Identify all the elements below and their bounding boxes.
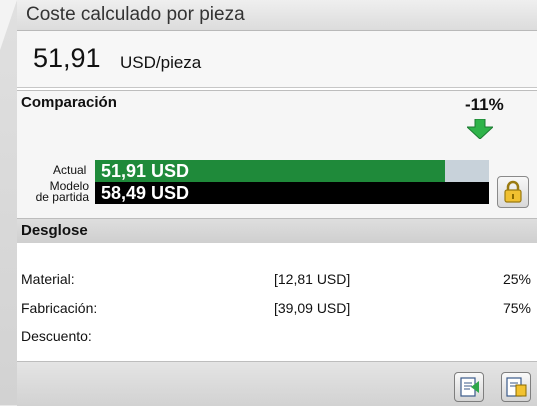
breakdown-row-fabricacion: Fabricación: [39,09 USD] 75% [17, 300, 537, 320]
settings-report-button[interactable] [501, 372, 531, 402]
comparison-heading: Comparación [21, 94, 117, 111]
model-label-line2: de partida [35, 190, 89, 204]
actual-bar: 51,91 USD [95, 160, 489, 182]
breakdown-section: Desglose [17, 218, 537, 244]
footer-toolbar [17, 361, 537, 406]
breakdown-row-descuento: Descuento: [17, 328, 537, 348]
model-bar: 58,49 USD [95, 182, 489, 204]
row-value: [39,09 USD] [274, 300, 351, 316]
export-report-icon [455, 377, 483, 405]
settings-report-icon [502, 377, 530, 405]
breakdown-rows: Material: [12,81 USD] 25% Fabricación: [… [17, 243, 537, 361]
left-gutter [0, 0, 17, 405]
row-name: Descuento: [21, 328, 92, 344]
row-value: [12,81 USD] [274, 271, 351, 287]
breakdown-heading: Desglose [21, 222, 88, 239]
lock-icon [498, 180, 528, 211]
export-report-button[interactable] [454, 372, 484, 402]
cost-value-row: 51,91 USD/pieza [17, 31, 537, 88]
row-name: Material: [21, 271, 75, 287]
actual-label: Actual [53, 163, 87, 177]
cost-unit: USD/pieza [120, 53, 202, 72]
left-gutter-corner [0, 0, 17, 50]
panel-title: Coste calculado por pieza [26, 4, 245, 25]
row-percent: 25% [502, 271, 531, 287]
comparison-percent: -11% [465, 95, 504, 114]
breakdown-row-material: Material: [12,81 USD] 25% [17, 271, 537, 291]
model-bar-value: 58,49 USD [101, 183, 190, 203]
row-name: Fabricación: [21, 300, 98, 316]
title-bar: Coste calculado por pieza [17, 0, 537, 31]
model-label: Modelo de partida [17, 180, 89, 204]
row-percent: 75% [502, 300, 531, 316]
actual-bar-value: 51,91 USD [101, 161, 190, 181]
cost-value: 51,91 [33, 43, 101, 73]
lock-button[interactable] [497, 176, 529, 208]
down-arrow-icon [465, 118, 495, 144]
cost-panel: Coste calculado por pieza 51,91 USD/piez… [17, 0, 537, 406]
